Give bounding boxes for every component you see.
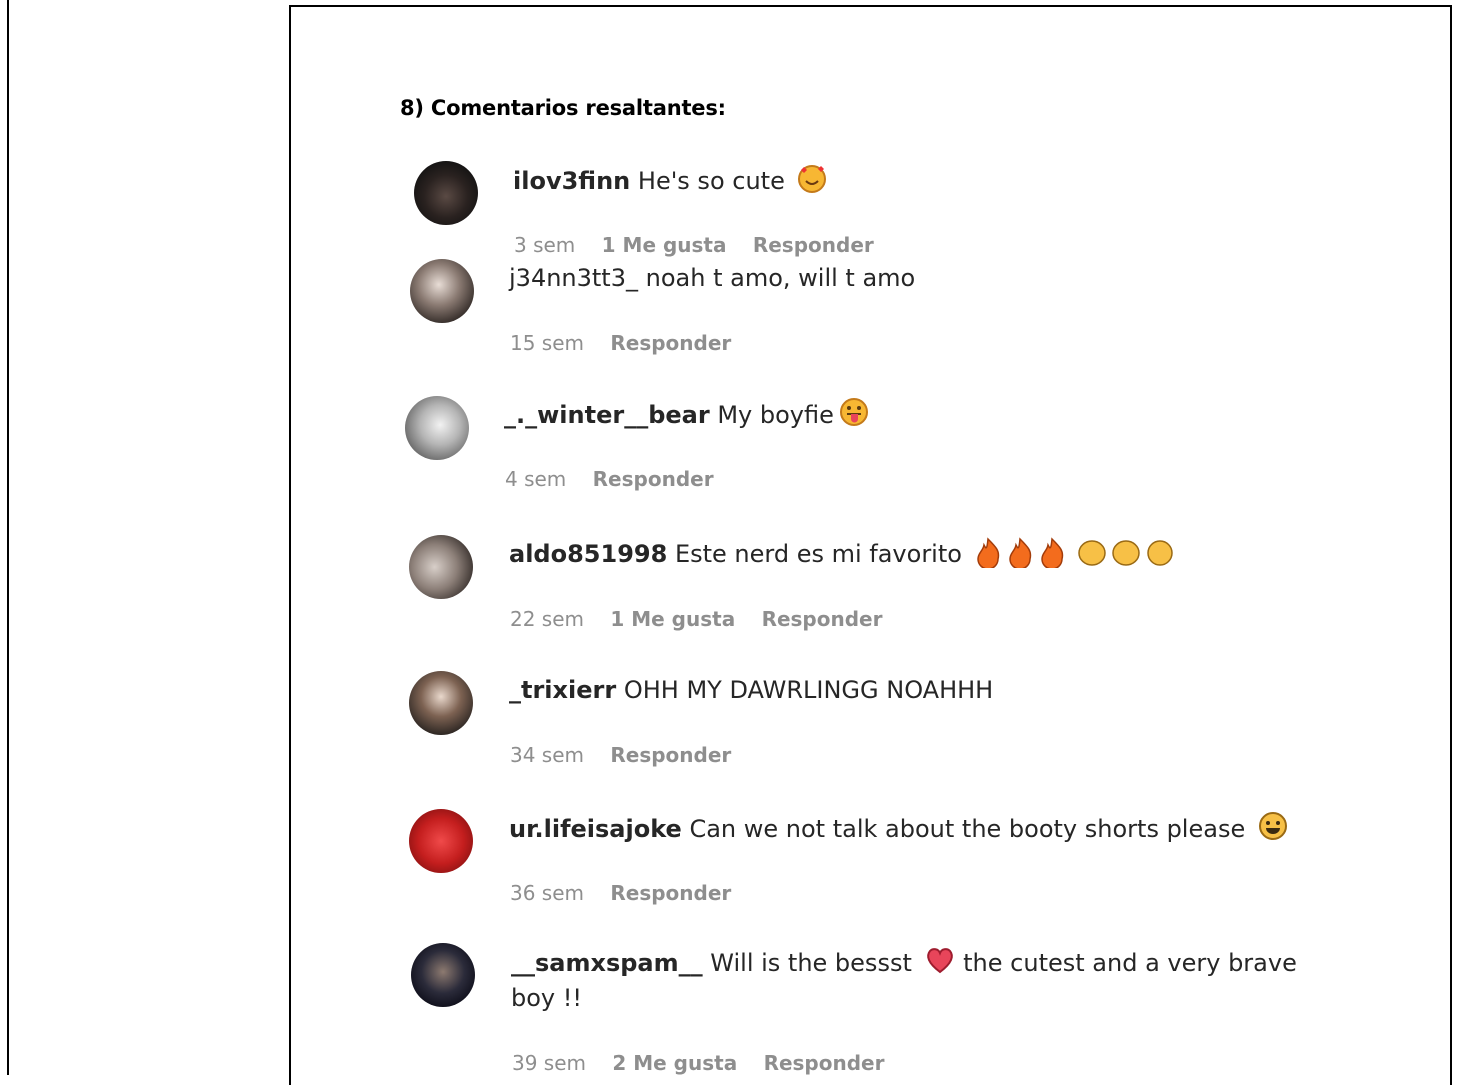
- timestamp: 15 sem: [510, 331, 585, 355]
- timestamp: 22 sem: [510, 607, 585, 631]
- comment-text: _trixierr OHH MY DAWRLINGG NOAHHH: [509, 672, 993, 708]
- heart-icon: [926, 948, 953, 974]
- avatar[interactable]: [409, 809, 473, 873]
- reply-button[interactable]: Responder: [610, 331, 731, 355]
- comment-meta: 3 sem 1 Me gusta Responder: [514, 233, 894, 257]
- avatar[interactable]: [409, 535, 473, 599]
- username-link[interactable]: ilov3finn: [513, 167, 630, 195]
- tongue-face-icon: [839, 398, 868, 426]
- comment-text: ur.lifeisajoke Can we not talk about the…: [509, 810, 1289, 847]
- username-link[interactable]: ur.lifeisajoke: [509, 815, 682, 843]
- comment-body: noah t amo, will t amo: [645, 264, 916, 292]
- comment-meta: 34 sem Responder: [510, 743, 751, 767]
- likes-count[interactable]: 1 Me gusta: [602, 233, 727, 257]
- fire-and-clap-icons: [976, 537, 1173, 570]
- comment-meta: 39 sem 2 Me gusta Responder: [512, 1051, 904, 1075]
- reply-button[interactable]: Responder: [764, 1051, 885, 1075]
- comment-body: the cutest and a very brave: [963, 949, 1297, 977]
- avatar[interactable]: [414, 161, 478, 225]
- reply-button[interactable]: Responder: [753, 233, 874, 257]
- comment-text: j34nn3tt3_ noah t amo, will t amo: [509, 260, 915, 296]
- timestamp: 39 sem: [512, 1051, 587, 1075]
- smiling-face-with-hearts-icon: [798, 165, 827, 193]
- reply-button[interactable]: Responder: [610, 881, 731, 905]
- reply-button[interactable]: Responder: [593, 467, 714, 491]
- username-link[interactable]: __samxspam__: [511, 949, 703, 977]
- comment-meta: 15 sem Responder: [510, 331, 751, 355]
- comment-text: ilov3finn He's so cute: [513, 162, 828, 199]
- comment-meta: 4 sem Responder: [505, 467, 734, 491]
- comment-body: Will is the bessst: [710, 949, 912, 977]
- avatar[interactable]: [410, 259, 474, 323]
- timestamp: 3 sem: [514, 233, 576, 257]
- comment-body: Este nerd es mi favorito: [674, 540, 962, 568]
- reply-button[interactable]: Responder: [762, 607, 883, 631]
- username-link[interactable]: _trixierr: [509, 676, 616, 704]
- timestamp: 4 sem: [505, 467, 567, 491]
- comment-text: _._winter__bear My boyfie: [504, 396, 870, 433]
- comment-text-continued: boy !!: [511, 984, 582, 1012]
- timestamp: 34 sem: [510, 743, 585, 767]
- comment-text: __samxspam__ Will is the bessst the cute…: [511, 944, 1297, 981]
- grinning-face-icon: [1258, 812, 1287, 840]
- comment-body: He's so cute: [637, 167, 785, 195]
- section-title: 8) Comentarios resaltantes:: [400, 96, 726, 120]
- username-link[interactable]: j34nn3tt3_: [509, 264, 638, 292]
- avatar[interactable]: [405, 396, 469, 460]
- avatar[interactable]: [411, 943, 475, 1007]
- avatar[interactable]: [409, 671, 473, 735]
- comment-meta: 36 sem Responder: [510, 881, 751, 905]
- page-left-border: [7, 0, 9, 1075]
- comment-body: Can we not talk about the booty shorts p…: [689, 815, 1246, 843]
- timestamp: 36 sem: [510, 881, 585, 905]
- comment-text: aldo851998 Este nerd es mi favorito: [509, 536, 1174, 572]
- likes-count[interactable]: 2 Me gusta: [612, 1051, 737, 1075]
- comment-meta: 22 sem 1 Me gusta Responder: [510, 607, 902, 631]
- comment-body: OHH MY DAWRLINGG NOAHHH: [623, 676, 994, 704]
- username-link[interactable]: aldo851998: [509, 540, 667, 568]
- comment-body: My boyfie: [717, 401, 834, 429]
- username-link[interactable]: _._winter__bear: [504, 401, 710, 429]
- likes-count[interactable]: 1 Me gusta: [610, 607, 735, 631]
- reply-button[interactable]: Responder: [610, 743, 731, 767]
